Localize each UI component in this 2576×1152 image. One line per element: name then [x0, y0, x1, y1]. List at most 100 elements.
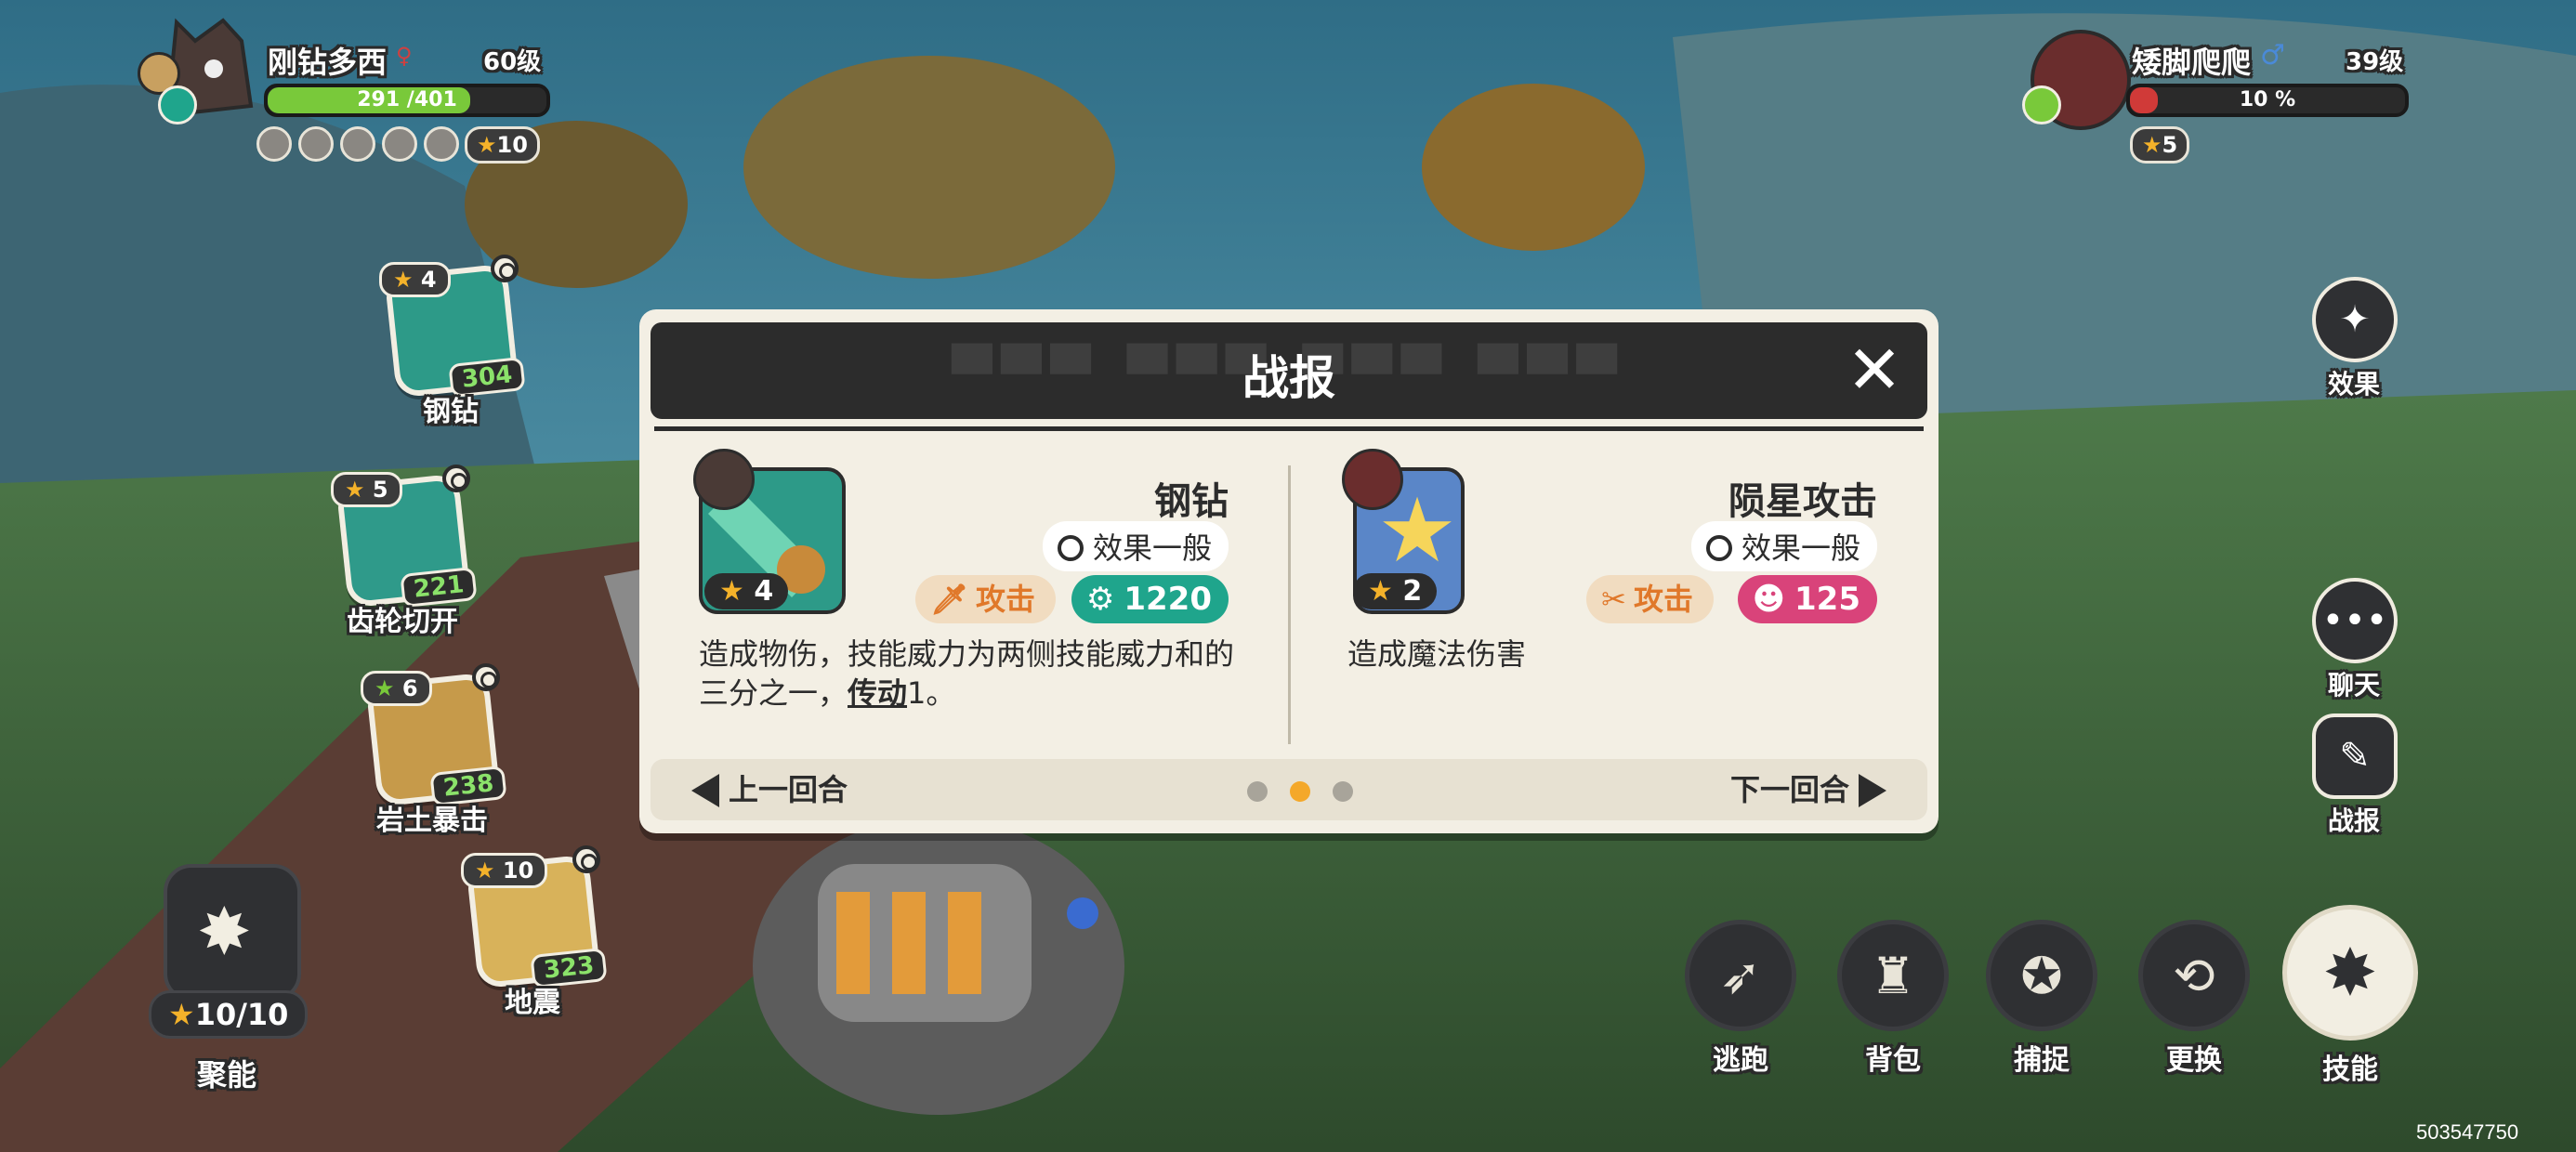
skill-description: 造成物伤，技能威力为两侧技能威力和的三分之一，传动1。 — [699, 635, 1256, 713]
skill-level-badge: ★ 5 — [331, 472, 402, 507]
dialog-title: 战报 — [1242, 351, 1335, 405]
status-slot-icon — [256, 126, 292, 162]
enemy-name: 矮脚爬爬 — [2132, 45, 2252, 80]
enemy-hp-bar: 10 % — [2126, 84, 2409, 117]
next-round-label: 下一回合 — [1729, 772, 1849, 807]
effect-text: 效果一般 — [1741, 530, 1860, 566]
skill-level-badge: ★ 4 — [704, 573, 789, 609]
page-dot-3[interactable] — [1333, 781, 1353, 802]
next-round-button[interactable]: 下一回合 — [1730, 766, 1886, 809]
player-level: 60级 — [483, 48, 542, 76]
user-id: 503547750 — [2416, 1120, 2519, 1144]
effect-rating: 效果一般 — [1690, 521, 1877, 571]
page-dot-1[interactable] — [1247, 781, 1268, 802]
gear-type-icon — [158, 85, 197, 124]
capture-orb-icon: ✪ — [1986, 920, 2097, 1031]
skill-card-4[interactable]: ★ 10 323 地震 — [453, 845, 611, 1019]
attack-type-tag: ✂ 攻击 — [1586, 575, 1714, 623]
power-tag: ☻ 125 — [1737, 575, 1877, 623]
chat-button[interactable]: ••• 聊天 — [2312, 578, 2398, 702]
enemy-star-badge: ★5 — [2130, 126, 2190, 164]
description-text-tail: 1。 — [907, 675, 956, 711]
player-star-badge: ★10 — [465, 126, 540, 164]
skill-label: 技能 — [2322, 1054, 2378, 1086]
charge-counter: ★10/10 — [149, 990, 309, 1039]
skill-level: 6 — [401, 675, 418, 701]
skill-level-badge: ★ 4 — [379, 262, 451, 297]
skill-name: 钢钻 — [423, 396, 479, 428]
effect-text: 效果一般 — [1092, 530, 1212, 566]
capture-label: 捕捉 — [2014, 1044, 2070, 1077]
effect-button[interactable]: ✦ 效果 — [2312, 277, 2398, 401]
skill-level-badge: ★ 10 — [461, 853, 548, 888]
player-hp-bar: 291 /401 — [264, 84, 550, 117]
attack-type-tag: 🗡 攻击 — [915, 575, 1056, 623]
status-slot-icon — [424, 126, 460, 162]
enemy-hp-text: 10 % — [2239, 88, 2296, 111]
escape-button[interactable]: ➶ 逃跑 — [1680, 920, 1801, 1078]
tools-icon: ✂ — [1601, 582, 1626, 617]
charge-button[interactable]: ✸ — [164, 864, 301, 1001]
battle-report-dialog: ▀▀▀ ▀▀▀ ▀▀▀ ▀▀▀ 战报 ✕ ★ 4 钢钻 效果一般 🗡 攻击 ⚙ 12… — [639, 309, 1939, 833]
attack-type-text: 攻击 — [975, 582, 1035, 617]
charge-label: 聚能 — [197, 1057, 257, 1093]
swap-pet-icon: ⟲ — [2138, 920, 2250, 1031]
burst-icon: ✸ — [197, 894, 252, 970]
skill-level-badge: ★ 6 — [361, 671, 432, 706]
star-icon: ★ — [2142, 132, 2162, 158]
bag-icon: ♜ — [1837, 920, 1949, 1031]
keyword-link[interactable]: 传动 — [848, 675, 907, 711]
skill-level-badge: ★ 2 — [1353, 573, 1438, 609]
attack-type-text: 攻击 — [1633, 582, 1693, 617]
enemy-level: 39级 — [2346, 48, 2404, 76]
skill-level: 4 — [420, 267, 437, 293]
run-icon: ➶ — [1685, 920, 1796, 1031]
skill-name: 钢钻 — [1154, 480, 1229, 523]
burst-star-icon: ✸ — [2282, 905, 2418, 1041]
previous-round-button[interactable]: 上一回合 — [691, 766, 848, 809]
demon-icon: ☻ — [1752, 581, 1786, 618]
dialog-header: ▀▀▀ ▀▀▀ ▀▀▀ ▀▀▀ 战报 ✕ — [651, 322, 1927, 419]
target-icon — [572, 845, 600, 873]
skill-description: 造成魔法伤害 — [1347, 636, 1527, 672]
sword-icon: 🗡 — [930, 582, 968, 617]
report-scroll-icon: ✎ — [2312, 713, 2398, 799]
escape-label: 逃跑 — [1713, 1044, 1768, 1077]
skill-level: 10 — [502, 857, 534, 884]
enemy-move-panel: ★ ★ 2 陨星攻击 效果一般 ✂ 攻击 ☻ 125 造成魔法伤害 — [1342, 449, 1877, 746]
effect-rating: 效果一般 — [1042, 521, 1229, 571]
bag-button[interactable]: ♜ 背包 — [1833, 920, 1953, 1078]
status-slot-icon — [382, 126, 418, 162]
report-label: 战报 — [2327, 805, 2380, 836]
charge-value: 10/10 — [194, 997, 289, 1032]
skill-card-2[interactable]: ★ 5 221 齿轮切开 — [323, 465, 481, 638]
previous-round-label: 上一回合 — [729, 772, 848, 807]
triangle-left-icon — [691, 774, 719, 807]
report-button[interactable]: ✎ 战报 — [2312, 713, 2398, 838]
target-icon — [442, 465, 470, 492]
power-value: 125 — [1794, 581, 1860, 618]
skill-card-3[interactable]: ★ 6 238 岩土暴击 — [353, 663, 511, 837]
enemy-star-count: 5 — [2162, 132, 2178, 158]
skill-card-1[interactable]: ★ 4 304 钢钻 — [372, 255, 530, 428]
skill-button[interactable]: ✸ 技能 — [2280, 905, 2420, 1087]
triangle-right-icon — [1859, 774, 1886, 807]
star-icon: ★ — [477, 132, 497, 158]
swap-button[interactable]: ⟲ 更换 — [2134, 920, 2254, 1078]
skill-name: 地震 — [505, 987, 560, 1019]
status-slot-icon — [298, 126, 335, 162]
capture-button[interactable]: ✪ 捕捉 — [1981, 920, 2102, 1078]
page-dot-2[interactable] — [1290, 781, 1310, 802]
male-icon: ♂ — [2260, 39, 2285, 72]
star-icon: ★ — [168, 997, 195, 1032]
power-tag: ⚙ 1220 — [1071, 575, 1229, 623]
skill-level: 4 — [754, 575, 774, 608]
close-icon[interactable]: ✕ — [1842, 336, 1907, 404]
target-icon — [491, 255, 519, 282]
grass-type-icon — [2022, 85, 2061, 124]
skill-level: 5 — [372, 477, 388, 503]
header-divider — [654, 426, 1924, 431]
gear-icon: ⚙ — [1085, 581, 1115, 618]
skill-name: 陨星攻击 — [1728, 480, 1877, 523]
skill-name: 齿轮切开 — [347, 606, 458, 638]
